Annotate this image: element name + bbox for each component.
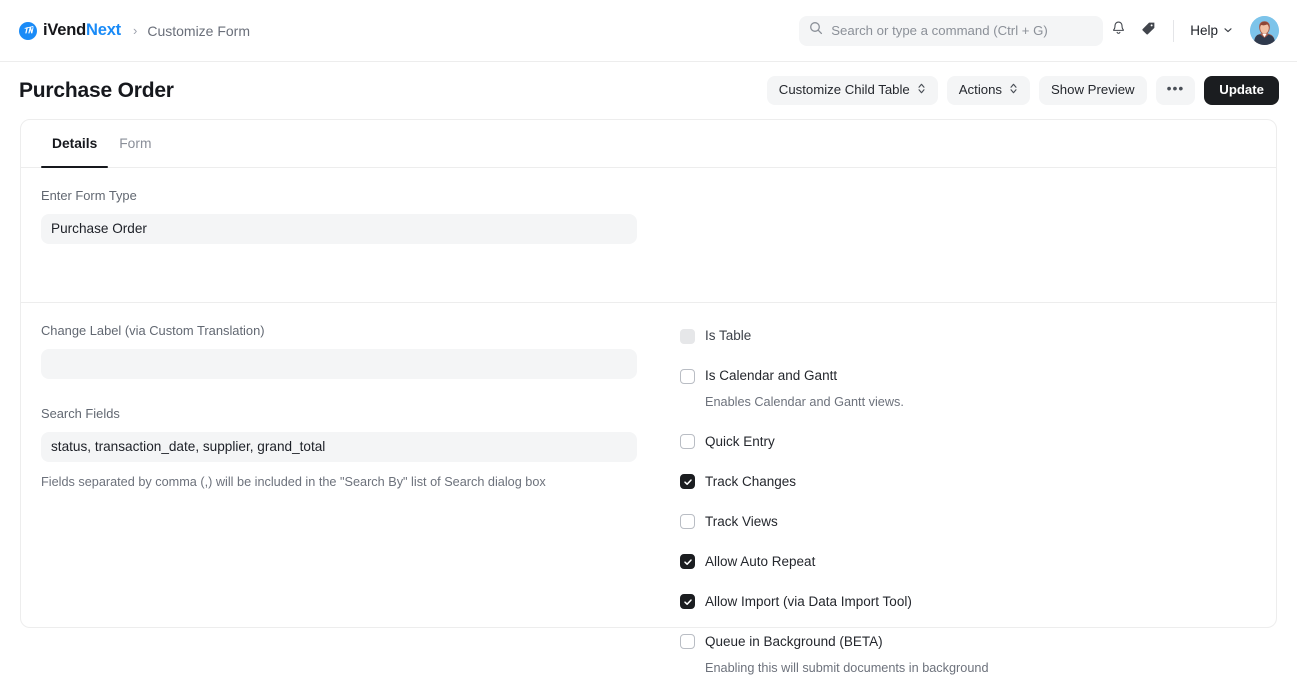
- check-icon: [683, 557, 693, 567]
- option-track-changes: Track Changes: [680, 473, 1256, 491]
- ellipsis-icon: •••: [1167, 81, 1185, 95]
- is-table-label: Is Table: [705, 329, 751, 343]
- option-is-table: Is Table: [680, 327, 1256, 345]
- tab-form[interactable]: Form: [108, 120, 162, 167]
- change-label-label: Change Label (via Custom Translation): [41, 325, 656, 338]
- form-type-label: Enter Form Type: [41, 190, 1256, 203]
- option-spacer: [680, 611, 1256, 633]
- option-allow-import: Allow Import (via Data Import Tool): [680, 593, 1256, 611]
- details-section: Change Label (via Custom Translation) Se…: [21, 303, 1276, 676]
- track-views-checkbox[interactable]: [680, 514, 695, 529]
- option-allow-auto-repeat: Allow Auto Repeat: [680, 553, 1256, 571]
- search-fields-label: Search Fields: [41, 408, 656, 421]
- navbar-left: iVendNext › Customize Form: [0, 22, 250, 40]
- tab-bar: Details Form: [21, 120, 1276, 168]
- form-type-field: Enter Form Type Purchase Order: [41, 190, 1256, 244]
- check-icon: [683, 597, 693, 607]
- search-fields-help: Fields separated by comma (,) will be in…: [41, 474, 656, 491]
- quick-entry-checkbox[interactable]: [680, 434, 695, 449]
- page-title: Purchase Order: [19, 80, 174, 101]
- actions-button[interactable]: Actions: [947, 76, 1030, 105]
- form-type-section: Enter Form Type Purchase Order: [21, 168, 1276, 303]
- actions-label: Actions: [959, 83, 1002, 96]
- customize-child-table-button[interactable]: Customize Child Table: [767, 76, 938, 105]
- form-type-input[interactable]: Purchase Order: [41, 214, 637, 244]
- page-header: Purchase Order Customize Child Table Act…: [0, 62, 1297, 118]
- help-menu-button[interactable]: Help: [1186, 20, 1237, 42]
- option-track-views: Track Views: [680, 513, 1256, 531]
- allow-auto-repeat-label[interactable]: Allow Auto Repeat: [705, 555, 815, 569]
- search-icon: [809, 21, 823, 40]
- track-changes-label[interactable]: Track Changes: [705, 475, 796, 489]
- user-avatar-image: [1250, 16, 1279, 45]
- change-label-input[interactable]: [41, 349, 637, 379]
- details-left-column: Change Label (via Custom Translation) Se…: [41, 325, 656, 676]
- option-quick-entry: Quick Entry: [680, 433, 1256, 451]
- track-changes-checkbox[interactable]: [680, 474, 695, 489]
- bell-icon: [1110, 20, 1127, 42]
- navbar-right: Search or type a command (Ctrl + G) Help: [799, 16, 1297, 46]
- help-label: Help: [1190, 24, 1218, 38]
- option-spacer: [680, 531, 1256, 553]
- is-table-checkbox: [680, 329, 695, 344]
- page-actions: Customize Child Table Actions Show Previ…: [767, 76, 1279, 105]
- customize-child-table-label: Customize Child Table: [779, 83, 910, 96]
- update-button[interactable]: Update: [1204, 76, 1279, 105]
- is-calendar-and-gantt-help: Enables Calendar and Gantt views.: [705, 394, 1256, 411]
- show-preview-button[interactable]: Show Preview: [1039, 76, 1147, 105]
- is-calendar-and-gantt-checkbox[interactable]: [680, 369, 695, 384]
- track-views-label[interactable]: Track Views: [705, 515, 778, 529]
- field-spacer: [41, 379, 656, 408]
- option-queue-in-background: Queue in Background (BETA) Enabling this…: [680, 633, 1256, 676]
- option-spacer: [680, 411, 1256, 433]
- tab-details[interactable]: Details: [41, 120, 108, 167]
- check-icon: [683, 477, 693, 487]
- queue-in-background-help: Enabling this will submit documents in b…: [705, 660, 1256, 676]
- select-chevrons-icon: [917, 82, 926, 97]
- option-spacer: [680, 571, 1256, 593]
- option-is-calendar-and-gantt: Is Calendar and Gantt Enables Calendar a…: [680, 367, 1256, 411]
- tab-details-label: Details: [52, 137, 97, 151]
- search-fields-field: Search Fields status, transaction_date, …: [41, 408, 656, 490]
- tags-button[interactable]: [1133, 16, 1163, 46]
- select-chevrons-icon: [1009, 82, 1018, 97]
- allow-import-checkbox[interactable]: [680, 594, 695, 609]
- avatar[interactable]: [1250, 16, 1279, 45]
- queue-in-background-label[interactable]: Queue in Background (BETA): [705, 635, 883, 649]
- customize-form-card: Details Form Enter Form Type Purchase Or…: [20, 119, 1277, 628]
- allow-import-label[interactable]: Allow Import (via Data Import Tool): [705, 595, 912, 609]
- details-grid: Change Label (via Custom Translation) Se…: [41, 325, 1256, 676]
- navbar-divider: [1173, 20, 1174, 42]
- details-right-column: Is Table Is Calendar and Gantt Enables C…: [656, 325, 1256, 676]
- notifications-button[interactable]: [1103, 16, 1133, 46]
- change-label-field: Change Label (via Custom Translation): [41, 325, 656, 379]
- breadcrumb-separator: ›: [133, 24, 137, 37]
- brand-logo[interactable]: iVendNext: [19, 22, 121, 40]
- brand-suffix: Next: [86, 21, 121, 39]
- more-options-button[interactable]: •••: [1156, 76, 1196, 105]
- breadcrumb-current[interactable]: Customize Form: [147, 24, 250, 38]
- search-fields-input[interactable]: status, transaction_date, supplier, gran…: [41, 432, 637, 462]
- brand-name: iVendNext: [43, 22, 121, 39]
- option-spacer: [680, 451, 1256, 473]
- chevron-down-icon: [1223, 24, 1233, 38]
- option-spacer: [680, 491, 1256, 513]
- top-navbar: iVendNext › Customize Form Search or typ…: [0, 0, 1297, 62]
- tag-icon: [1140, 20, 1157, 42]
- queue-in-background-checkbox[interactable]: [680, 634, 695, 649]
- option-spacer: [680, 345, 1256, 367]
- brand-prefix: iVend: [43, 21, 86, 39]
- tab-form-label: Form: [119, 137, 151, 151]
- search-input[interactable]: Search or type a command (Ctrl + G): [799, 16, 1103, 46]
- is-calendar-and-gantt-label[interactable]: Is Calendar and Gantt: [705, 369, 837, 383]
- search-placeholder: Search or type a command (Ctrl + G): [831, 24, 1048, 37]
- allow-auto-repeat-checkbox[interactable]: [680, 554, 695, 569]
- ivendnext-logo-icon: [19, 22, 37, 40]
- quick-entry-label[interactable]: Quick Entry: [705, 435, 775, 449]
